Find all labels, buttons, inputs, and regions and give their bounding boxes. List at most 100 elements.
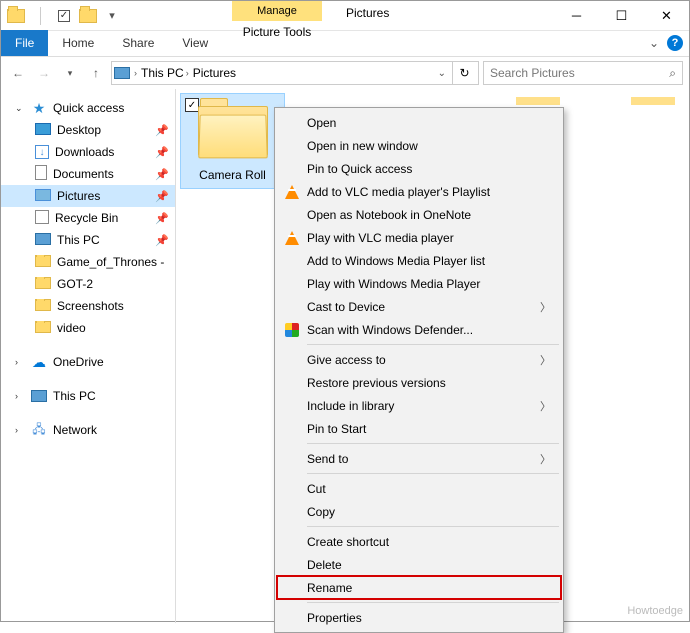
help-icon[interactable]: ?	[667, 35, 683, 51]
context-menu-item-copy[interactable]: Copy	[277, 500, 561, 523]
context-menu-item-open[interactable]: Open	[277, 111, 561, 134]
pc-icon	[31, 390, 47, 402]
expand-caret-icon[interactable]: ⌄	[15, 103, 25, 114]
sidebar-item-this-pc[interactable]: This PC 📌	[1, 229, 175, 251]
sidebar-item-documents[interactable]: Documents📌	[1, 163, 175, 185]
address-dropdown-icon[interactable]: ⌄	[434, 68, 450, 79]
sidebar-item-game-of-thrones-[interactable]: Game_of_Thrones -	[1, 251, 175, 273]
sidebar-item-screenshots[interactable]: Screenshots	[1, 295, 175, 317]
context-menu-separator	[307, 526, 559, 527]
collapse-ribbon-icon[interactable]: ⌄	[649, 36, 659, 50]
checkbox-icon[interactable]: ✓	[53, 5, 75, 27]
sidebar-item-got-2[interactable]: GOT-2	[1, 273, 175, 295]
breadcrumb-segment-pictures[interactable]: Pictures	[193, 66, 236, 80]
sidebar-item-label: Pictures	[57, 189, 100, 203]
breadcrumb-segment-thispc[interactable]: This PC ›	[141, 66, 189, 80]
folder-item-ghost[interactable]	[516, 97, 560, 105]
context-menu-item-open-as-notebook-in-onenote[interactable]: Open as Notebook in OneNote	[277, 203, 561, 226]
context-menu-item-include-in-library[interactable]: Include in library〉	[277, 394, 561, 417]
context-menu-item-send-to[interactable]: Send to〉	[277, 447, 561, 470]
context-menu-label: Play with VLC media player	[307, 231, 454, 245]
tree-network[interactable]: › 🖧 Network	[1, 419, 175, 441]
tab-share[interactable]: Share	[108, 30, 168, 56]
search-placeholder: Search Pictures	[490, 66, 575, 80]
folder-item-ghost[interactable]	[631, 97, 675, 105]
tree-onedrive[interactable]: › ☁ OneDrive	[1, 351, 175, 373]
ribbon-right-controls: ⌄ ?	[649, 35, 683, 51]
pc-icon	[35, 233, 51, 248]
expand-caret-icon[interactable]: ›	[15, 357, 25, 367]
network-icon: 🖧	[31, 422, 47, 438]
sidebar-item-video[interactable]: video	[1, 317, 175, 339]
context-menu-item-pin-to-quick-access[interactable]: Pin to Quick access	[277, 157, 561, 180]
context-menu-item-create-shortcut[interactable]: Create shortcut	[277, 530, 561, 553]
context-menu-item-properties[interactable]: Properties	[277, 606, 561, 629]
minimize-button[interactable]: ─	[554, 1, 599, 30]
context-menu-label: Restore previous versions	[307, 376, 446, 390]
chevron-right-icon[interactable]: ›	[134, 68, 137, 78]
expand-caret-icon[interactable]: ›	[15, 391, 25, 401]
context-menu-label: Open in new window	[307, 139, 418, 153]
address-bar[interactable]: › This PC › Pictures ⌄ ↻	[111, 61, 479, 85]
sidebar-item-label: Desktop	[57, 123, 101, 137]
download-icon: ↓	[35, 145, 49, 159]
context-menu-item-give-access-to[interactable]: Give access to〉	[277, 348, 561, 371]
context-menu-label: Cut	[307, 482, 326, 496]
folder-mini-2-icon[interactable]	[77, 5, 99, 27]
context-menu-item-scan-with-windows-defender-[interactable]: Scan with Windows Defender...	[277, 318, 561, 341]
context-menu-label: Rename	[307, 581, 352, 595]
context-menu-item-delete[interactable]: Delete	[277, 553, 561, 576]
maximize-button[interactable]: ☐	[599, 1, 644, 30]
forward-button[interactable]: →	[33, 62, 55, 84]
file-tab[interactable]: File	[1, 30, 48, 56]
chevron-right-icon[interactable]: ›	[186, 68, 189, 78]
context-menu-label: Properties	[307, 611, 362, 625]
vlc-cone-icon	[283, 183, 301, 201]
expand-caret-icon[interactable]: ›	[15, 425, 25, 435]
search-input[interactable]: Search Pictures ⌕	[483, 61, 683, 85]
context-menu-label: Copy	[307, 505, 335, 519]
context-menu-item-cut[interactable]: Cut	[277, 477, 561, 500]
context-menu-item-play-with-windows-media-player[interactable]: Play with Windows Media Player	[277, 272, 561, 295]
context-menu-label: Give access to	[307, 353, 386, 367]
window-title: Pictures	[346, 6, 389, 20]
context-menu-item-add-to-vlc-media-player-s-playlist[interactable]: Add to VLC media player's Playlist	[277, 180, 561, 203]
sidebar-item-label: Game_of_Thrones -	[57, 255, 164, 269]
tree-quick-access[interactable]: ⌄ ★ Quick access	[1, 97, 175, 119]
context-menu-item-add-to-windows-media-player-list[interactable]: Add to Windows Media Player list	[277, 249, 561, 272]
sidebar-item-pictures[interactable]: Pictures📌	[1, 185, 175, 207]
tab-view[interactable]: View	[168, 30, 222, 56]
folder-item-camera-roll[interactable]: ✓ Camera Roll	[180, 93, 285, 189]
sidebar-item-downloads[interactable]: ↓Downloads📌	[1, 141, 175, 163]
context-menu-item-open-in-new-window[interactable]: Open in new window	[277, 134, 561, 157]
context-menu-item-pin-to-start[interactable]: Pin to Start	[277, 417, 561, 440]
tab-home[interactable]: Home	[48, 30, 108, 56]
window-controls: ─ ☐ ✕	[554, 1, 689, 30]
refresh-button[interactable]: ↻	[452, 61, 476, 85]
address-bar-right: ⌄ ↻	[434, 61, 476, 85]
sidebar-item-recycle-bin[interactable]: Recycle Bin📌	[1, 207, 175, 229]
pin-icon: 📌	[155, 234, 169, 247]
folder-mini-icon[interactable]	[5, 5, 27, 27]
context-menu-item-rename[interactable]: Rename	[277, 576, 561, 599]
up-button[interactable]: ↑	[85, 62, 107, 84]
sidebar-item-label: Documents	[53, 167, 114, 181]
tree-this-pc[interactable]: › This PC	[1, 385, 175, 407]
contextual-tab-group: Manage Picture Tools	[232, 1, 322, 47]
sidebar-item-label: This PC	[57, 233, 100, 247]
tree-label: OneDrive	[53, 355, 104, 369]
context-menu-item-restore-previous-versions[interactable]: Restore previous versions	[277, 371, 561, 394]
sidebar-item-desktop[interactable]: Desktop 📌	[1, 119, 175, 141]
recent-locations-dropdown[interactable]: ▾	[59, 62, 81, 84]
ribbon: File Home Share View Manage Picture Tool…	[1, 31, 689, 57]
breadcrumb-label: This PC	[141, 66, 184, 80]
back-button[interactable]: ←	[7, 62, 29, 84]
tab-picture-tools[interactable]: Picture Tools	[232, 21, 322, 47]
pin-icon: 📌	[155, 124, 169, 137]
close-button[interactable]: ✕	[644, 1, 689, 30]
context-menu-item-cast-to-device[interactable]: Cast to Device〉	[277, 295, 561, 318]
qat-dropdown-icon[interactable]: ▾	[101, 5, 123, 27]
context-menu-label: Play with Windows Media Player	[307, 277, 480, 291]
context-menu: Open Open in new window Pin to Quick acces…	[274, 107, 564, 633]
context-menu-item-play-with-vlc-media-player[interactable]: Play with VLC media player	[277, 226, 561, 249]
